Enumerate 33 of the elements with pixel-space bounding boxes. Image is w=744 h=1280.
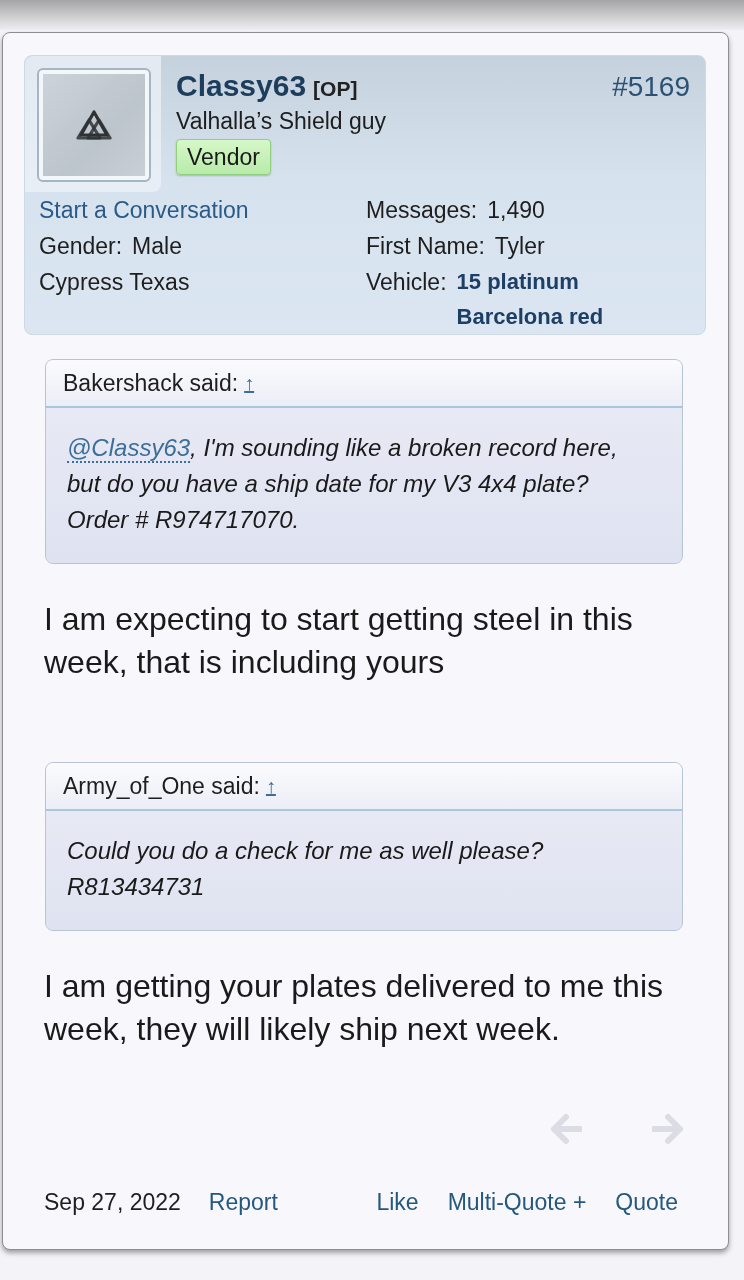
- field-value: Tyler: [494, 232, 545, 261]
- post-text: I am getting your plates delivered to me this week, they will likely ship next week.: [44, 967, 664, 1049]
- quote-author: Army_of_One said:: [63, 772, 260, 800]
- post-text: I am expecting to start getting steel in this week, that is including yours: [44, 600, 634, 682]
- report-link[interactable]: Report: [208, 1187, 278, 1217]
- post-action-link[interactable]: Quote: [615, 1187, 678, 1217]
- quote-text: @Classy63, I'm sounding like a broken record here, but do you have a ship date for my V3 4x4 plate? Order # R974717070.: [67, 433, 619, 535]
- mention-link[interactable]: @Classy63: [67, 434, 191, 463]
- user-title: Valhalla’s Shield guy: [176, 107, 387, 135]
- triangle-knot-icon: [76, 110, 112, 140]
- avatar-frame[interactable]: [37, 68, 151, 182]
- vendor-badge: Vendor: [176, 139, 271, 175]
- quote-text: Could you do a check for me as well please? R813434731: [67, 836, 545, 902]
- field-value: 1,490: [487, 196, 545, 225]
- jump-to-post-link[interactable]: ↑: [265, 774, 276, 798]
- start-conversation-link[interactable]: Start a Conversation: [39, 192, 249, 228]
- op-tag: [OP]: [313, 73, 358, 105]
- post-action-link[interactable]: Multi-Quote +: [447, 1187, 587, 1217]
- jump-to-post-link[interactable]: ↑: [244, 371, 255, 395]
- quote-author: Bakershack said:: [63, 369, 239, 397]
- field-label: Messages:: [366, 196, 478, 225]
- post-date: Sep 27, 2022: [44, 1188, 181, 1217]
- field-label: Gender:: [39, 232, 123, 261]
- field-label: First Name:: [366, 232, 485, 261]
- left-arrow-icon[interactable]: [550, 1113, 582, 1145]
- user-name[interactable]: Classy63: [176, 70, 307, 102]
- right-arrow-icon[interactable]: [652, 1113, 684, 1145]
- field-value: 15 platinum Barcelona red: [456, 268, 605, 331]
- field-label: Vehicle:: [366, 268, 447, 297]
- field-value: Male: [132, 232, 182, 261]
- post-number[interactable]: #5169: [612, 71, 690, 103]
- post-action-link[interactable]: Like: [376, 1187, 419, 1217]
- location-text: Cypress Texas: [39, 268, 190, 297]
